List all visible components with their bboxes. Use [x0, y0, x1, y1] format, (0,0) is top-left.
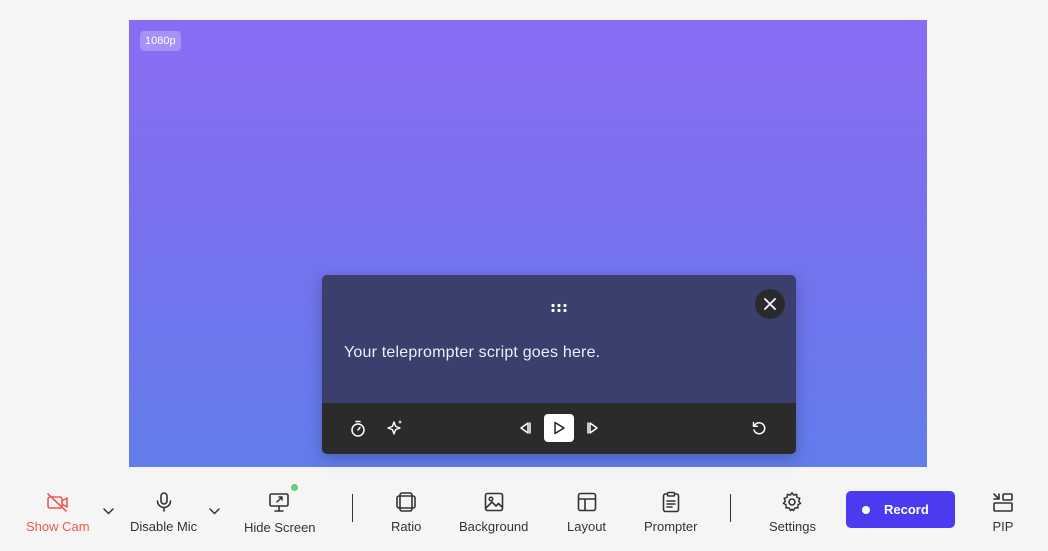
show-cam-button[interactable]: Show Cam [26, 490, 90, 534]
teleprompter-script-text[interactable]: Your teleprompter script goes here. [344, 344, 600, 362]
record-dot-icon [862, 505, 870, 514]
pip-label: PIP [992, 519, 1014, 534]
timer-button[interactable] [350, 420, 366, 437]
sparkle-icon [387, 420, 402, 435]
chevron-down-icon [209, 508, 220, 515]
drag-handle-icon[interactable] [550, 300, 568, 313]
camera-options-chevron[interactable] [103, 502, 114, 520]
image-icon [484, 492, 503, 512]
settings-label: Settings [769, 519, 816, 534]
mic-options-chevron[interactable] [209, 502, 220, 520]
previous-button[interactable] [518, 421, 532, 435]
play-button[interactable] [544, 414, 574, 442]
toolbar-divider [352, 494, 353, 522]
teleprompter-body: Your teleprompter script goes here. [322, 275, 796, 403]
pip-button[interactable]: PIP [992, 490, 1014, 534]
disable-mic-label: Disable Mic [130, 519, 198, 534]
ai-assist-button[interactable] [386, 419, 404, 437]
next-button[interactable] [586, 421, 600, 435]
close-teleprompter-button[interactable] [755, 289, 785, 319]
aspect-ratio-icon [396, 492, 416, 512]
gear-icon [783, 492, 802, 512]
clipboard-icon [662, 491, 680, 513]
prompter-button[interactable]: Prompter [644, 490, 697, 534]
layout-icon [577, 492, 596, 512]
chevron-down-icon [103, 508, 114, 515]
layout-button[interactable]: Layout [567, 490, 606, 534]
ratio-label: Ratio [391, 519, 422, 534]
screen-share-icon [268, 493, 289, 512]
background-label: Background [459, 519, 529, 534]
prompter-label: Prompter [644, 519, 698, 534]
play-icon [554, 421, 565, 435]
ratio-button[interactable]: Ratio [391, 490, 421, 534]
toolbar-divider [730, 494, 731, 522]
reset-button[interactable] [751, 420, 767, 436]
hide-screen-button[interactable]: Hide Screen [244, 490, 316, 535]
teleprompter-panel: Your teleprompter script goes here. [322, 275, 796, 454]
skip-back-icon [520, 422, 531, 434]
background-button[interactable]: Background [459, 490, 528, 534]
teleprompter-controls [322, 403, 796, 454]
disable-mic-button[interactable]: Disable Mic [130, 490, 197, 534]
close-icon [764, 298, 776, 310]
microphone-icon [156, 492, 171, 512]
show-cam-label: Show Cam [26, 519, 90, 534]
record-button[interactable]: Record [846, 491, 955, 528]
layout-label: Layout [567, 519, 607, 534]
reset-icon [752, 421, 766, 435]
hide-screen-label: Hide Screen [244, 520, 316, 535]
settings-button[interactable]: Settings [769, 490, 816, 534]
record-label: Record [884, 502, 929, 517]
resolution-badge: 1080p [140, 31, 181, 51]
skip-forward-icon [587, 422, 598, 434]
camera-off-icon [46, 493, 68, 512]
timer-icon [351, 420, 365, 437]
picture-in-picture-icon [993, 493, 1013, 512]
screen-live-indicator [291, 484, 298, 491]
